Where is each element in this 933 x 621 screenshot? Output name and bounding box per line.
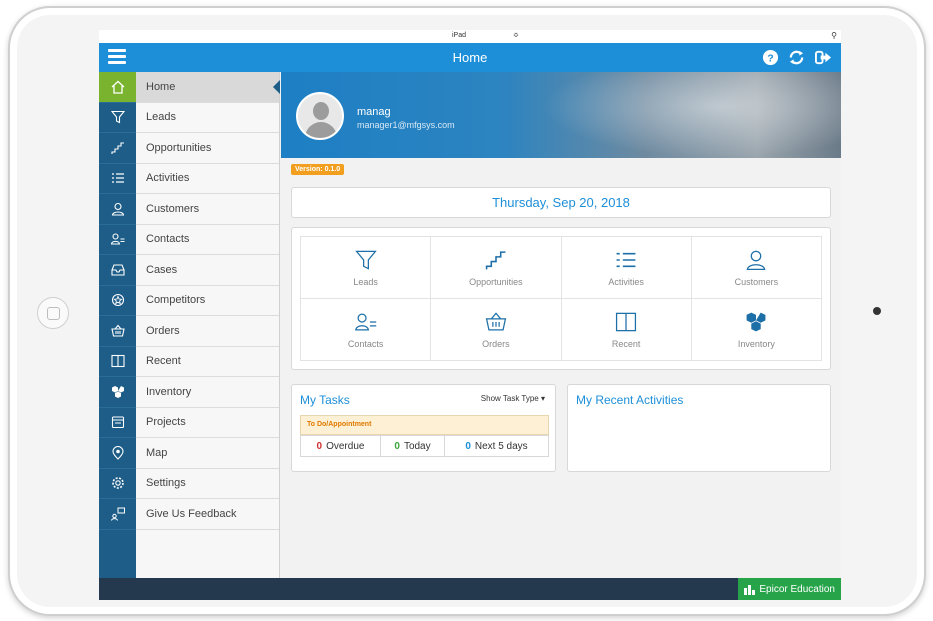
checklist-icon (616, 252, 636, 267)
tile-label: Activities (608, 276, 644, 287)
tasks-title: My Tasks (300, 393, 350, 407)
filter-icon[interactable] (99, 103, 136, 133)
help-icon[interactable]: ? (762, 49, 779, 66)
next-5-days-count[interactable]: 0 Next 5 days (445, 436, 548, 456)
epicor-logo-icon (744, 584, 756, 595)
book-icon[interactable] (99, 347, 136, 377)
sidebar-item-contacts[interactable]: Contacts (136, 225, 279, 255)
page-title: Home (452, 50, 488, 65)
ipad-home-button[interactable] (37, 297, 69, 329)
basket-icon[interactable] (99, 316, 136, 347)
feedback-icon[interactable] (99, 499, 136, 530)
profile-banner: manag manager1@mfgsys.com (281, 72, 841, 158)
tile-label: Opportunities (469, 276, 523, 287)
recent-activities-panel: My Recent Activities (567, 384, 831, 472)
badge-icon[interactable] (99, 286, 136, 316)
filter-icon (354, 250, 377, 270)
refresh-icon[interactable] (788, 49, 805, 66)
app-screen: iPad ≎ ⚲ Home ? Home Leads Opportunities… (99, 30, 841, 600)
overdue-count[interactable]: 0 Overdue (301, 436, 381, 456)
task-counts: 0 Overdue 0 Today 0 Next 5 days (300, 435, 549, 457)
tile-label: Recent (611, 338, 641, 349)
home-icon[interactable] (99, 72, 136, 103)
svg-text:?: ? (767, 53, 773, 64)
task-category: To Do/Appointment (300, 415, 549, 435)
tile-orders[interactable]: Orders (431, 299, 562, 361)
recent-title: My Recent Activities (576, 393, 684, 407)
sidebar-icon-rail (99, 72, 136, 578)
tile-label: Orders (482, 338, 510, 349)
sidebar-menu: Home Leads Opportunities Activities Cust… (136, 72, 280, 578)
contact-icon (354, 313, 376, 330)
tile-label: Leads (353, 276, 378, 287)
my-tasks-panel: My Tasks Show Task Type ▾ To Do/Appointm… (291, 384, 556, 472)
tile-recent[interactable]: Recent (561, 299, 692, 361)
user-icon (747, 250, 766, 270)
tile-inventory[interactable]: Inventory (691, 299, 822, 361)
sidebar-item-settings[interactable]: Settings (136, 469, 279, 499)
sidebar-item-leads[interactable]: Leads (136, 103, 279, 133)
sidebar-item-opportunities[interactable]: Opportunities (136, 133, 279, 164)
battery-icon: ⚲ (831, 31, 837, 40)
sidebar-item-customers[interactable]: Customers (136, 194, 279, 225)
version-badge: Version: 0.1.0 (291, 164, 345, 175)
brand-label: Epicor Education (759, 583, 835, 595)
boxes-icon (746, 312, 766, 331)
tile-label: Inventory (737, 338, 775, 349)
sidebar-item-home[interactable]: Home (136, 72, 280, 103)
footer-bar: Epicor Education (99, 578, 841, 600)
current-date: Thursday, Sep 20, 2018 (291, 187, 831, 218)
device-name: iPad (452, 32, 467, 39)
sidebar-item-map[interactable]: Map (136, 438, 279, 469)
logout-icon[interactable] (815, 49, 832, 66)
wifi-icon: ≎ (513, 32, 519, 39)
profile-name: manag (357, 106, 391, 118)
tile-contacts[interactable]: Contacts (301, 299, 432, 361)
user-icon[interactable] (99, 194, 136, 225)
today-count[interactable]: 0 Today (381, 436, 445, 456)
top-navbar: Home ? (99, 43, 841, 72)
ipad-camera (873, 307, 881, 315)
contact-icon[interactable] (99, 225, 136, 255)
sidebar-item-projects[interactable]: Projects (136, 408, 279, 438)
stairs-icon[interactable] (99, 133, 136, 164)
quick-links-panel: Leads Opportunities Activities Customers… (291, 227, 831, 370)
tray-icon[interactable] (99, 255, 136, 286)
tile-label: Customers (734, 276, 779, 287)
boxes-icon[interactable] (99, 377, 136, 408)
profile-email: manager1@mfgsys.com (357, 120, 455, 130)
sidebar-item-feedback[interactable]: Give Us Feedback (136, 499, 279, 530)
tile-opportunities[interactable]: Opportunities (431, 237, 562, 299)
checklist-icon[interactable] (99, 164, 136, 194)
tile-activities[interactable]: Activities (561, 237, 692, 299)
status-bar: iPad ≎ ⚲ (99, 30, 841, 43)
brand-badge: Epicor Education (738, 578, 841, 600)
map-pin-icon[interactable] (99, 438, 136, 469)
stairs-icon (485, 250, 506, 269)
sidebar-item-inventory[interactable]: Inventory (136, 377, 279, 408)
gear-icon[interactable] (99, 469, 136, 499)
book-icon (616, 312, 637, 331)
sidebar-item-competitors[interactable]: Competitors (136, 286, 279, 316)
avatar[interactable] (296, 92, 344, 140)
tile-customers[interactable]: Customers (691, 237, 822, 299)
sidebar-item-orders[interactable]: Orders (136, 316, 279, 347)
sidebar-item-recent[interactable]: Recent (136, 347, 279, 377)
tile-leads[interactable]: Leads (301, 237, 432, 299)
tile-label: Contacts (347, 338, 384, 349)
projects-icon[interactable] (99, 408, 136, 438)
sidebar-item-cases[interactable]: Cases (136, 255, 279, 286)
sidebar-item-activities[interactable]: Activities (136, 164, 279, 194)
basket-icon (485, 311, 507, 330)
task-type-dropdown[interactable]: Show Task Type ▾ (481, 394, 545, 403)
